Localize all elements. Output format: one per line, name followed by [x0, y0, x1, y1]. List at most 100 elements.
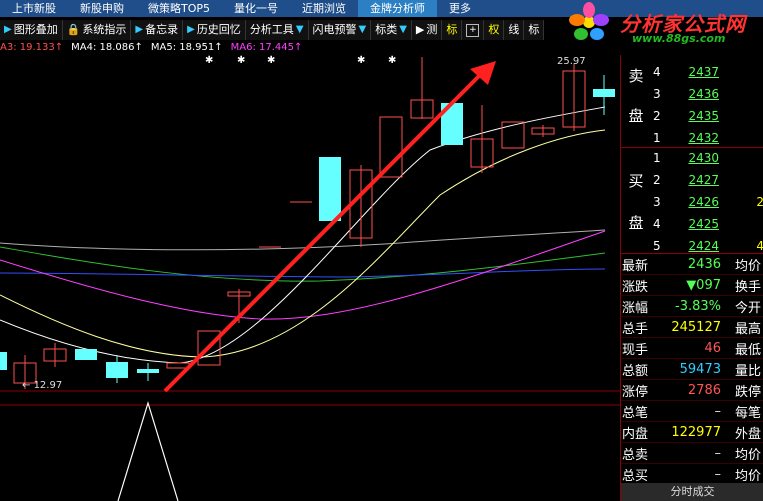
trend-arrow-line — [163, 71, 484, 393]
level: 2 — [653, 109, 661, 123]
orderbook-divider — [621, 147, 763, 148]
logo: 分析家公式网 www.88gs.com — [560, 2, 763, 45]
quote-label-secondary: 均价 — [734, 258, 761, 274]
high-price-label: 25.97 — [557, 56, 586, 67]
quote-label-secondary: 换手 — [734, 279, 761, 295]
quote-value: 2786 — [687, 382, 721, 398]
quote-row: 涨跌 ▼097 换手 — [621, 275, 763, 296]
quote-label: 内盘 — [622, 426, 649, 442]
quote-value: – — [714, 466, 722, 482]
markers-button[interactable]: 标类 ▼ — [371, 20, 412, 40]
chevron-down-icon: ▼ — [399, 24, 407, 35]
ma-long-line — [0, 229, 606, 251]
indicator-spike — [117, 400, 179, 501]
history-label: 历史回忆 — [196, 23, 241, 36]
moving-average-legend: A3: 19.133↑ MA4: 18.086↑ MA5: 18.951↑ MA… — [0, 42, 302, 55]
crosshair-icon: + — [466, 23, 480, 37]
quote-row: 内盘 122977 外盘 — [621, 422, 763, 443]
nav-ipo-list[interactable]: 上市新股 — [0, 0, 68, 17]
measure-label: 测 — [426, 23, 438, 36]
buy-row[interactable]: 1 2430 — [651, 151, 763, 173]
sell-row[interactable]: 3 2436 — [651, 87, 763, 109]
buy-row[interactable]: 4 2425 — [651, 217, 763, 239]
nav-gold-analyst[interactable]: 金牌分析师 — [358, 0, 438, 17]
ma3-value: A3: 19.133↑ — [0, 42, 64, 53]
quote-row: 涨停 2786 跌停 — [621, 380, 763, 401]
quote-label: 涨跌 — [622, 279, 649, 295]
tab-time-sales[interactable]: 分时成交 — [621, 483, 763, 501]
ma-magenta-line — [0, 230, 606, 320]
memo-button[interactable]: ▶ 备忘录 — [131, 20, 184, 40]
quote-row: 总笔 – 每笔 — [621, 401, 763, 422]
nav-micro-strategy[interactable]: 微策略TOP5 — [136, 0, 222, 17]
quote-label: 涨停 — [622, 384, 649, 400]
ma-blue-line — [0, 268, 606, 278]
volume — [719, 65, 763, 87]
volume — [719, 151, 763, 173]
level: 3 — [653, 87, 661, 101]
sell-side-label-2: 盘 — [628, 107, 644, 125]
quote-label: 总笔 — [622, 405, 649, 421]
star-marker: · — [205, 55, 208, 56]
price: 2436 — [688, 87, 719, 101]
indicator-button[interactable]: 🔒 系统指示 — [62, 20, 132, 40]
sell-row[interactable]: 2 2435 — [651, 109, 763, 131]
quote-label: 总手 — [622, 321, 649, 337]
history-button[interactable]: ▶ 历史回忆 — [183, 20, 246, 40]
memo-label: 备忘录 — [145, 23, 179, 36]
quote-label: 总额 — [622, 363, 649, 379]
star-marker: ✱ — [388, 55, 396, 66]
play-icon: ▶ — [415, 23, 425, 36]
quote-label-secondary: 每笔 — [734, 405, 761, 421]
quote-value: – — [714, 403, 722, 419]
quote-row: 总额 59473 量比 — [621, 359, 763, 380]
nav-quant-one[interactable]: 量化一号 — [222, 0, 290, 17]
mark-button[interactable]: 标 — [524, 20, 545, 40]
quote-panel: 卖 盘 4 2437 3 2436 2 2435 1 2432 买 盘 1 2430 22… — [620, 55, 763, 501]
flower-logo-icon — [569, 2, 609, 40]
level: 4 — [653, 217, 661, 231]
quote-value: 245127 — [671, 319, 721, 335]
quote-label-secondary: 跌停 — [734, 384, 761, 400]
rights-button[interactable]: 权 — [484, 20, 505, 40]
sell-row[interactable]: 4 2437 — [651, 65, 763, 87]
markers-label: 标类 — [375, 23, 398, 36]
candle-down — [0, 352, 7, 370]
buy-row[interactable]: 2 2427 — [651, 173, 763, 195]
level: 4 — [653, 65, 661, 79]
line-button[interactable]: 线 — [504, 20, 525, 40]
star-marker: ✱ — [267, 55, 275, 66]
quote-row: 最新 2436 均价 — [621, 254, 763, 275]
star-marker: ✱ — [205, 55, 213, 66]
label-button[interactable]: 标 — [442, 20, 463, 40]
up-candles — [13, 57, 586, 389]
quote-value: 59473 — [679, 361, 721, 377]
analysis-tools-button[interactable]: 分析工具 ▼ — [245, 20, 309, 40]
crosshair-button[interactable]: + — [462, 20, 485, 40]
measure-button[interactable]: ▶ 测 — [411, 20, 443, 40]
nav-more[interactable]: 更多 — [437, 0, 483, 17]
quote-label-secondary: 均价 — [734, 447, 761, 463]
quote-label-secondary: 外盘 — [734, 426, 761, 442]
price: 2426 — [688, 195, 719, 209]
quote-label-secondary: 最低 — [734, 342, 761, 358]
buy-row[interactable]: 3 2426 2 — [651, 195, 763, 217]
sell-row[interactable]: 1 2432 — [651, 131, 763, 153]
overlay-button[interactable]: ▶ 图形叠加 — [0, 20, 63, 40]
candlestick-chart[interactable]: ✱ ✱ ✱ ✱ ✱ · 25.97 ← 12.97 — [0, 55, 620, 501]
nav-ipo-subscribe[interactable]: 新股申购 — [68, 0, 136, 17]
star-marker: ✱ — [237, 55, 245, 66]
nav-recent[interactable]: 近期浏览 — [290, 0, 358, 17]
chevron-down-icon: ▼ — [295, 24, 304, 35]
indicator-label: 系统指示 — [82, 23, 127, 36]
price: 2427 — [688, 173, 719, 187]
candle-up — [379, 116, 403, 178]
candle-up — [501, 121, 525, 149]
flash-alert-button[interactable]: 闪电预警 ▼ — [308, 20, 372, 40]
quote-row: 总卖 – 均价 — [621, 443, 763, 464]
candle-down — [319, 157, 341, 221]
volume — [719, 131, 763, 153]
arrow-right-icon: ▶ — [135, 24, 144, 35]
quote-row: 涨幅 -3.83% 今开 — [621, 296, 763, 317]
quote-row: 现手 46 最低 — [621, 338, 763, 359]
